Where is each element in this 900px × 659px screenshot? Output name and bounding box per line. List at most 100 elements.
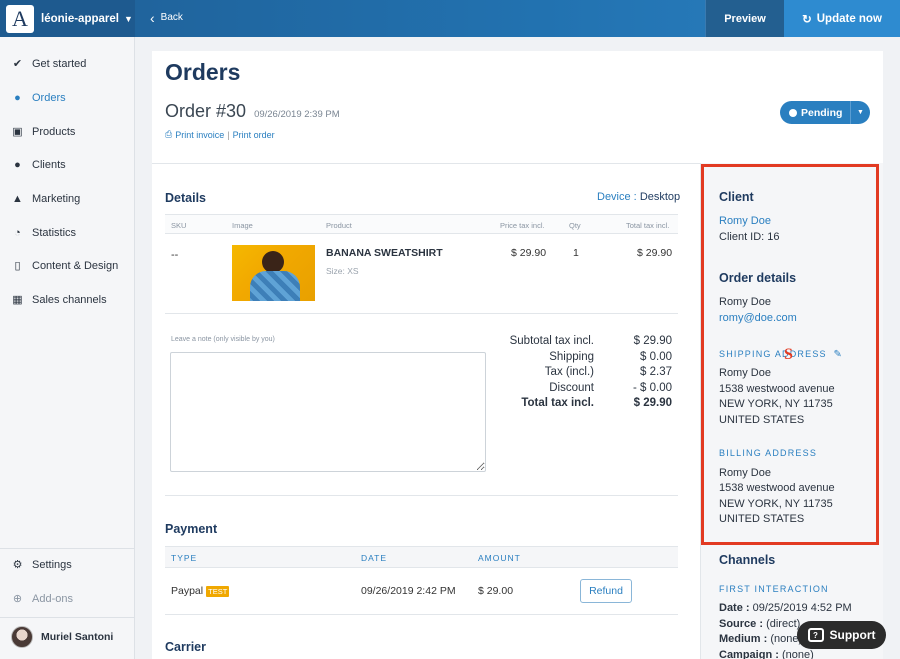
product-photo-body xyxy=(250,271,300,301)
sidebar-item-clients[interactable]: ● Clients xyxy=(11,158,66,171)
refund-button[interactable]: Refund xyxy=(580,579,632,603)
print-invoice-link[interactable]: Print invoice xyxy=(175,130,224,140)
product-name[interactable]: BANANA SWEATSHIRT xyxy=(326,247,443,259)
printer-icon: ⎙ xyxy=(165,129,173,139)
store-name: léonie-apparel xyxy=(41,12,119,25)
update-now-label: Update now xyxy=(816,12,882,25)
chevron-left-icon: ‹ xyxy=(150,9,155,26)
separator: | xyxy=(227,129,230,140)
sidebar-item-get-started[interactable]: ✔ Get started xyxy=(11,57,87,71)
summary-value: - $ 0.00 xyxy=(633,381,672,394)
channel-source-value: (direct) xyxy=(766,618,801,630)
sidebar-item-addons[interactable]: ⊕ Add-ons xyxy=(11,592,73,606)
details-title: Details xyxy=(165,191,206,205)
sidebar: ✔ Get started ● Orders ▣ Products ● Clie… xyxy=(0,37,135,659)
product-total: $ 29.90 xyxy=(637,247,673,259)
sidebar-item-sales-channels[interactable]: ▦ Sales channels xyxy=(11,293,106,307)
test-badge: TEST xyxy=(206,585,230,597)
divider xyxy=(165,495,678,496)
status-dropdown[interactable]: Pending ▼ xyxy=(780,101,870,124)
bell-icon: ▲ xyxy=(12,192,23,205)
device-value: Desktop xyxy=(639,191,681,203)
product-image[interactable] xyxy=(232,245,315,301)
sidebar-item-marketing[interactable]: ▲ Marketing xyxy=(11,192,80,205)
check-circle-icon: ✔ xyxy=(12,58,23,70)
column-header-image: Image xyxy=(232,221,253,230)
page-title: Orders xyxy=(165,59,241,85)
column-header-date: DATE xyxy=(361,553,388,563)
sidebar-item-label: Content & Design xyxy=(32,259,119,272)
preview-button[interactable]: Preview xyxy=(705,0,784,37)
divider xyxy=(165,313,678,314)
payment-table-header: TYPE DATE AMOUNT xyxy=(165,546,678,568)
summary-value: $ 2.37 xyxy=(640,366,672,378)
user-menu[interactable]: Muriel Santoni xyxy=(11,626,113,648)
summary-row-tax: Tax (incl.) $ 2.37 xyxy=(492,366,672,382)
print-links: ⎙ Print invoice | Print order xyxy=(165,129,275,140)
channels-title: Channels xyxy=(719,553,776,567)
dollar-circle-icon: ● xyxy=(14,91,21,104)
column-header-type: TYPE xyxy=(171,553,198,563)
channel-campaign: Campaign : (none) xyxy=(719,648,814,659)
sidebar-item-label: Products xyxy=(32,125,76,138)
row-sku: -- xyxy=(171,249,179,261)
sidebar-item-products[interactable]: ▣ Products xyxy=(11,125,76,139)
carrier-title: Carrier xyxy=(165,640,206,654)
first-interaction-title: FIRST INTERACTION xyxy=(719,584,829,594)
sidebar-item-label: Add-ons xyxy=(32,592,73,605)
sidebar-item-label: Settings xyxy=(32,558,72,571)
payment-title: Payment xyxy=(165,522,218,536)
summary-label: Tax (incl.) xyxy=(544,366,594,378)
sidebar-item-label: Clients xyxy=(32,158,66,171)
mobile-icon: ▯ xyxy=(14,260,21,272)
channel-source: Source : (direct) xyxy=(719,617,800,633)
device-label: Device : xyxy=(597,191,637,203)
gear-icon: ⚙ xyxy=(12,559,23,571)
chevron-down-icon: ▼ xyxy=(123,13,133,24)
product-size: Size: XS xyxy=(326,266,359,276)
order-number: Order #30 xyxy=(165,101,247,121)
summary-value: $ 0.00 xyxy=(640,350,672,363)
sidebar-item-content-design[interactable]: ▯ Content & Design xyxy=(11,259,119,273)
summary-row-subtotal: Subtotal tax incl. $ 29.90 xyxy=(492,335,672,351)
update-now-button[interactable]: ↻ Update now xyxy=(784,0,900,37)
channel-campaign-label: Campaign : xyxy=(719,649,779,659)
print-order-link[interactable]: Print order xyxy=(233,130,275,140)
payment-amount: $ 29.00 xyxy=(478,585,514,597)
sidebar-item-orders[interactable]: ● Orders xyxy=(11,91,65,104)
summary-label: Subtotal tax incl. xyxy=(509,335,594,347)
column-header-price: Price tax incl. xyxy=(500,221,545,230)
payment-method-label: Paypal xyxy=(171,585,204,597)
note-textarea[interactable] xyxy=(170,352,486,472)
column-header-amount: AMOUNT xyxy=(478,553,521,563)
summary-label: Total tax incl. xyxy=(521,397,594,409)
summary-row-shipping: Shipping $ 0.00 xyxy=(492,351,672,367)
back-label: Back xyxy=(160,12,183,23)
product-qty: 1 xyxy=(573,247,579,259)
status-label: Pending xyxy=(801,106,843,119)
order-date: 09/26/2019 2:39 PM xyxy=(254,109,340,120)
channel-date-value: 09/25/2019 4:52 PM xyxy=(752,602,852,614)
summary-label: Shipping xyxy=(549,350,594,363)
payment-method: Paypal TEST xyxy=(171,585,230,597)
sidebar-item-label: Marketing xyxy=(32,192,81,205)
summary-row-discount: Discount - $ 0.00 xyxy=(492,382,672,398)
note-label: Leave a note (only visible by you) xyxy=(171,336,275,343)
back-link[interactable]: ‹ Back xyxy=(150,9,183,26)
summary-value: $ 29.90 xyxy=(633,397,672,409)
sidebar-item-label: Statistics xyxy=(32,226,77,239)
sidebar-item-statistics[interactable]: ◔ Statistics xyxy=(11,226,76,239)
store-icon: ▦ xyxy=(12,294,23,306)
summary-row-total: Total tax incl. $ 29.90 xyxy=(492,397,672,413)
sidebar-divider xyxy=(0,548,135,549)
divider xyxy=(152,163,700,164)
channel-date: Date : 09/25/2019 4:52 PM xyxy=(719,601,852,617)
support-button[interactable]: ? Support xyxy=(797,621,886,649)
products-table-header: SKU Image Product Price tax incl. Qty To… xyxy=(165,214,678,234)
plus-circle-icon: ⊕ xyxy=(12,593,23,605)
cart-icon: ▣ xyxy=(12,126,23,138)
store-switcher[interactable]: A léonie-apparel ▼ xyxy=(0,0,135,37)
refresh-icon: ↻ xyxy=(802,13,812,26)
cursor-marker-icon: S xyxy=(784,346,793,363)
sidebar-item-settings[interactable]: ⚙ Settings xyxy=(11,558,72,572)
